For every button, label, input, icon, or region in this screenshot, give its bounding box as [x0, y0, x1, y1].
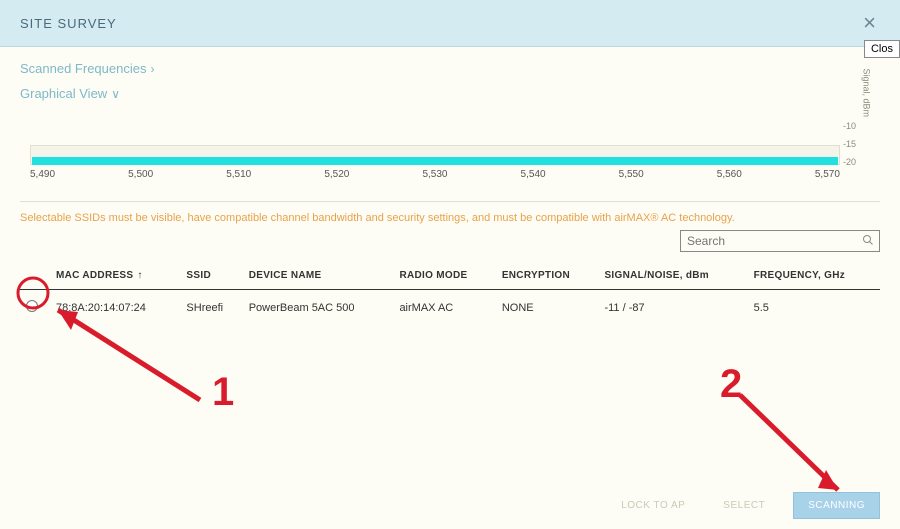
- col-frequency[interactable]: FREQUENCY, GHz: [748, 262, 880, 290]
- graphical-view-toggle[interactable]: Graphical View ∨: [20, 86, 880, 101]
- scanning-button[interactable]: SCANNING: [793, 492, 880, 519]
- search-icon: [862, 234, 874, 249]
- ytick: -15: [843, 139, 856, 149]
- lock-to-ap-button[interactable]: LOCK TO AP: [611, 494, 695, 517]
- scanned-frequencies-label: Scanned Frequencies: [20, 61, 146, 76]
- dialog-footer: LOCK TO AP SELECT SCANNING: [611, 492, 880, 519]
- cell-frequency: 5.5: [748, 290, 880, 326]
- chart-signal-bar: [32, 157, 838, 165]
- table-row[interactable]: 78:8A:20:14:07:24 SHreefi PowerBeam 5AC …: [20, 290, 880, 326]
- cell-device: PowerBeam 5AC 500: [243, 290, 394, 326]
- ytick: -10: [843, 121, 856, 131]
- cell-ssid: SHreefi: [180, 290, 242, 326]
- cell-mac: 78:8A:20:14:07:24: [50, 290, 180, 326]
- xtick: 5,510: [226, 169, 251, 180]
- cell-radio-mode: airMAX AC: [393, 290, 495, 326]
- dialog-content: Scanned Frequencies › Graphical View ∨ S…: [0, 47, 900, 325]
- close-button-overlay[interactable]: Clos: [864, 40, 900, 58]
- compatibility-notice: Selectable SSIDs must be visible, have c…: [20, 201, 880, 224]
- col-encryption[interactable]: ENCRYPTION: [496, 262, 599, 290]
- col-signal[interactable]: SIGNAL/NOISE, dBm: [598, 262, 747, 290]
- row-select-radio[interactable]: [26, 300, 38, 312]
- col-mac[interactable]: MAC ADDRESS↑: [50, 262, 180, 290]
- annotation-label-1: 1: [212, 370, 234, 415]
- search-input[interactable]: [680, 230, 880, 252]
- col-ssid[interactable]: SSID: [180, 262, 242, 290]
- close-icon[interactable]: ×: [859, 12, 880, 34]
- xtick: 5,540: [521, 169, 546, 180]
- col-radio: [20, 262, 50, 290]
- select-button[interactable]: SELECT: [713, 494, 775, 517]
- dialog-header: SITE SURVEY ×: [0, 0, 900, 47]
- cell-signal: -11 / -87: [598, 290, 747, 326]
- scanned-frequencies-toggle[interactable]: Scanned Frequencies ›: [20, 61, 880, 76]
- annotation-label-2: 2: [720, 362, 742, 407]
- table-header-row: MAC ADDRESS↑ SSID DEVICE NAME RADIO MODE…: [20, 262, 880, 290]
- xtick: 5,520: [324, 169, 349, 180]
- xtick: 5,560: [717, 169, 742, 180]
- xtick: 5,500: [128, 169, 153, 180]
- cell-encryption: NONE: [496, 290, 599, 326]
- xtick: 5,570: [815, 169, 840, 180]
- chart-x-axis: 5,490 5,500 5,510 5,520 5,530 5,540 5,55…: [30, 169, 840, 180]
- xtick: 5,490: [30, 169, 55, 180]
- col-device[interactable]: DEVICE NAME: [243, 262, 394, 290]
- ytick: -20: [843, 157, 856, 167]
- dialog-title: SITE SURVEY: [20, 16, 117, 31]
- chevron-down-icon: ∨: [111, 87, 120, 101]
- search-wrap: [680, 230, 880, 252]
- ssid-table: MAC ADDRESS↑ SSID DEVICE NAME RADIO MODE…: [20, 262, 880, 325]
- xtick: 5,530: [422, 169, 447, 180]
- chevron-right-icon: ›: [150, 62, 154, 76]
- frequency-chart: Signal, dBm -10 -15 -20 5,490 5,500 5,51…: [30, 111, 870, 191]
- col-radio-mode[interactable]: RADIO MODE: [393, 262, 495, 290]
- chart-y-axis-label: Signal, dBm: [862, 68, 872, 117]
- graphical-view-label: Graphical View: [20, 86, 107, 101]
- xtick: 5,550: [619, 169, 644, 180]
- search-row: [20, 230, 880, 252]
- sort-ascending-icon: ↑: [137, 270, 142, 281]
